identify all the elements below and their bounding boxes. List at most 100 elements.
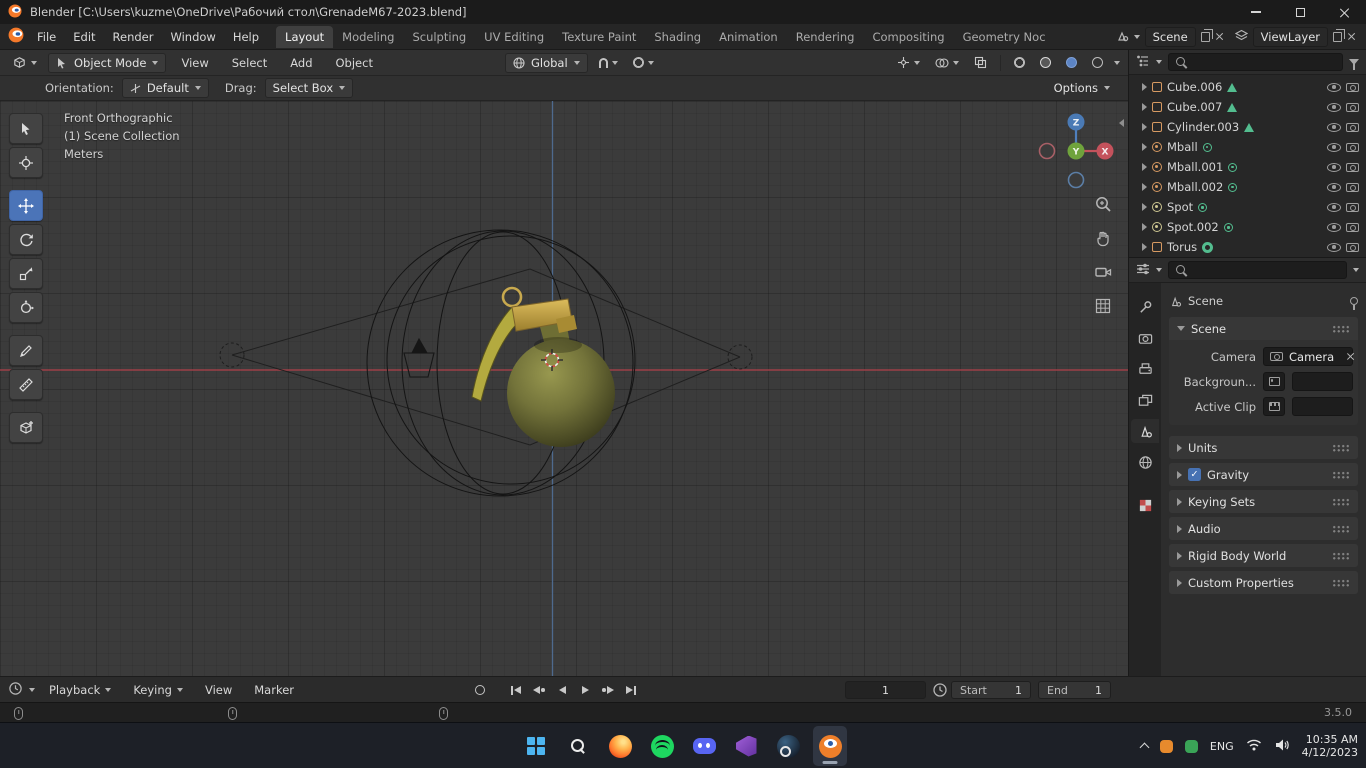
expand-icon[interactable] [1142,163,1147,171]
expand-icon[interactable] [1177,524,1182,533]
expand-icon[interactable] [1177,551,1182,560]
outliner-row-cube007[interactable]: Cube.007 [1129,97,1366,117]
active-clip-field[interactable] [1292,397,1353,416]
tab-compositing[interactable]: Compositing [863,26,953,48]
menu-help[interactable]: Help [225,27,267,47]
visual-studio-app[interactable] [729,726,763,766]
panel-header-audio[interactable]: Audio [1169,517,1358,540]
menu-render[interactable]: Render [105,27,162,47]
timeline-editor-caret-icon[interactable] [29,688,35,692]
outliner-row-mball001[interactable]: Mball.001 [1129,157,1366,177]
background-field[interactable] [1292,372,1353,391]
start-frame-field[interactable]: Start 1 [951,681,1031,699]
properties-search-input[interactable] [1193,263,1340,277]
panel-header-custom-properties[interactable]: Custom Properties [1169,571,1358,594]
expand-icon[interactable] [1142,123,1147,131]
object-name[interactable]: Mball.001 [1167,160,1223,174]
proportional-editing[interactable] [629,53,658,73]
outliner-row-cylinder003[interactable]: Cylinder.003 [1129,117,1366,137]
jump-to-start-button[interactable] [506,680,526,700]
taskbar-search-button[interactable] [561,726,595,766]
object-name[interactable]: Mball.002 [1167,180,1223,194]
snapping-toggle[interactable] [595,53,622,73]
viewport-canvas[interactable]: Front Orthographic (1) Scene Collection … [0,101,1128,676]
panel-header-scene[interactable]: Scene [1169,317,1358,340]
shading-wireframe-button[interactable] [1010,53,1029,73]
panel-header-keying-sets[interactable]: Keying Sets [1169,490,1358,513]
outliner-search[interactable] [1168,53,1343,71]
background-browse-button[interactable] [1263,372,1285,391]
next-keyframe-button[interactable] [598,680,618,700]
toggle-grid-icon[interactable] [1094,297,1112,318]
menu-view[interactable]: View [173,53,216,73]
current-frame-field[interactable]: 1 [845,681,926,699]
navigation-gizmo[interactable]: Z X Y [1034,109,1118,193]
unlink-scene-icon[interactable] [1215,32,1224,41]
expand-icon[interactable] [1142,203,1147,211]
language-indicator[interactable]: ENG [1210,740,1234,753]
menu-window[interactable]: Window [162,27,223,47]
tab-animation[interactable]: Animation [710,26,787,48]
tray-app-orange-icon[interactable] [1159,739,1173,753]
expand-icon[interactable] [1177,497,1182,506]
show-gizmo-dropdown[interactable] [893,53,924,73]
expand-icon[interactable] [1177,470,1182,479]
panel-grip-icon[interactable] [1332,497,1350,506]
hidden-icons-chevron-icon[interactable] [1139,742,1150,753]
expand-icon[interactable] [1177,443,1182,452]
disable-render-icon[interactable] [1346,82,1359,92]
disable-render-icon[interactable] [1346,202,1359,212]
clip-browse-button[interactable] [1263,397,1285,416]
panel-grip-icon[interactable] [1332,578,1350,587]
previous-keyframe-button[interactable] [529,680,549,700]
object-name[interactable]: Cylinder.003 [1167,120,1239,134]
camera-field[interactable]: Camera [1263,347,1353,366]
gravity-checkbox[interactable]: ✓ [1188,468,1201,481]
disable-render-icon[interactable] [1346,222,1359,232]
outliner-row-spot002[interactable]: Spot.002 [1129,217,1366,237]
expand-icon[interactable] [1142,183,1147,191]
panel-grip-icon[interactable] [1332,524,1350,533]
hide-viewport-icon[interactable] [1327,182,1341,192]
hide-viewport-icon[interactable] [1327,222,1341,232]
outliner-row-mball[interactable]: Mball [1129,137,1366,157]
volume-icon[interactable] [1274,738,1290,755]
tab-uv-editing[interactable]: UV Editing [475,26,553,48]
maximize-button[interactable] [1278,0,1322,24]
expand-icon[interactable] [1142,103,1147,111]
disable-render-icon[interactable] [1346,242,1359,252]
scene-name-field[interactable]: Scene [1144,26,1196,47]
sidebar-toggle-icon[interactable] [1119,119,1124,127]
hide-viewport-icon[interactable] [1327,242,1341,252]
clear-camera-icon[interactable] [1346,352,1355,361]
measure-tool[interactable] [9,369,43,400]
expand-icon[interactable] [1142,223,1147,231]
panel-grip-icon[interactable] [1332,324,1350,333]
hide-viewport-icon[interactable] [1327,82,1341,92]
annotate-tool[interactable] [9,335,43,366]
filter-icon[interactable] [1349,59,1359,70]
pan-hand-icon[interactable] [1094,229,1112,250]
breadcrumb-label[interactable]: Scene [1188,294,1223,308]
blender-app[interactable] [813,726,847,766]
disable-render-icon[interactable] [1346,122,1359,132]
menu-playback[interactable]: Playback [41,680,119,700]
mode-dropdown[interactable]: Object Mode [48,52,167,73]
scale-tool[interactable] [9,258,43,289]
object-name[interactable]: Spot [1167,200,1193,214]
menu-add[interactable]: Add [282,53,320,73]
wifi-icon[interactable] [1246,738,1262,755]
menu-file[interactable]: File [29,27,64,47]
tab-geometry-nodes[interactable]: Geometry Noc [954,26,1055,48]
orientation-dropdown[interactable]: Default [121,78,209,98]
end-frame-field[interactable]: End 1 [1038,681,1111,699]
collapse-icon[interactable] [1177,326,1185,331]
disable-render-icon[interactable] [1346,182,1359,192]
outliner-row-spot[interactable]: Spot [1129,197,1366,217]
scene-browse-caret-icon[interactable] [1133,34,1140,39]
play-reverse-button[interactable] [552,680,572,700]
tab-texture-paint[interactable]: Texture Paint [553,26,645,48]
tab-world[interactable] [1131,450,1159,474]
menu-edit[interactable]: Edit [65,27,103,47]
outliner-editor-icon[interactable] [1136,54,1150,71]
